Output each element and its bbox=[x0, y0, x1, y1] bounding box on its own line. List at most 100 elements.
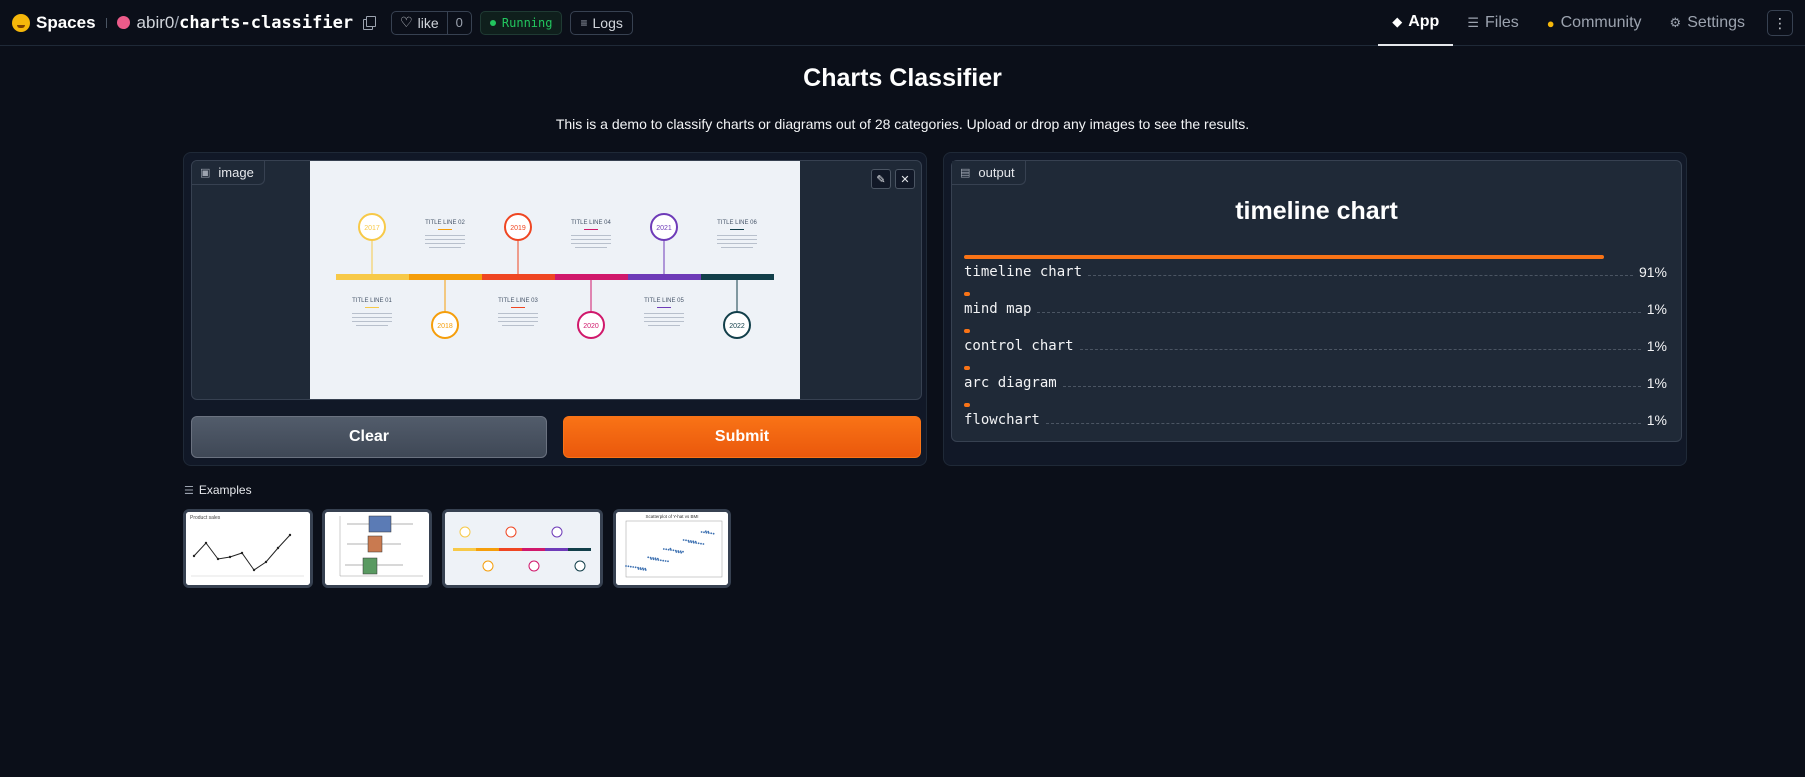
example-box-plot[interactable] bbox=[322, 509, 432, 588]
scatter-point bbox=[703, 531, 705, 534]
scatter-point bbox=[655, 558, 657, 561]
tab-settings-label: Settings bbox=[1687, 14, 1745, 31]
timeline-chart-thumbnail bbox=[445, 512, 600, 585]
timeline-segment bbox=[628, 274, 701, 280]
app-cube-icon: ◆ bbox=[1392, 14, 1403, 29]
logs-label: Logs bbox=[592, 14, 623, 31]
scatter-point bbox=[705, 531, 708, 534]
timeline-title: TITLE LINE 06 bbox=[717, 220, 757, 226]
spaces-brand-link[interactable]: Spaces bbox=[12, 13, 96, 33]
examples-label: Examples bbox=[198, 483, 252, 497]
tab-app-label: App bbox=[1408, 13, 1440, 30]
scatter-point bbox=[625, 565, 627, 567]
confidence-percent: 1% bbox=[1646, 375, 1667, 391]
scatter-point bbox=[627, 565, 630, 568]
scatter-point bbox=[662, 559, 665, 562]
scatter-point bbox=[632, 566, 635, 568]
scatter-point bbox=[702, 543, 705, 545]
clear-button[interactable]: Clear bbox=[191, 416, 547, 458]
uploaded-image-preview: 2017 2019 2021 2018 2020 2022 TITLE LINE… bbox=[310, 161, 800, 399]
confidence-line: arc diagram 1% bbox=[964, 375, 1667, 391]
output-label: ▤ output bbox=[952, 161, 1026, 185]
timeline-segment bbox=[336, 274, 409, 280]
divider bbox=[105, 17, 107, 28]
timeline-segment bbox=[555, 274, 628, 280]
confidence-bar bbox=[964, 292, 970, 296]
confidence-row: timeline chart 91% bbox=[964, 255, 1667, 292]
repo-name-link[interactable]: charts-classifier bbox=[179, 13, 353, 33]
scatter-point bbox=[644, 569, 647, 571]
scatter-point bbox=[662, 548, 665, 550]
list-icon: ☰ bbox=[184, 484, 194, 497]
edit-button[interactable]: ✎ bbox=[871, 169, 891, 189]
tab-app[interactable]: ◆ App bbox=[1378, 0, 1454, 46]
timeline-title: TITLE LINE 02 bbox=[425, 220, 465, 226]
input-panel: ▣ image ✎ ✕ 2017 2019 2021 2018 2020 202… bbox=[183, 152, 927, 466]
timeline-chart-image: 2017 2019 2021 2018 2020 2022 TITLE LINE… bbox=[310, 161, 800, 399]
remove-image-button[interactable]: ✕ bbox=[895, 169, 915, 189]
scatter-point bbox=[695, 542, 698, 544]
top-navigation-bar: Spaces abir0/charts-classifier ♡ like 0 R… bbox=[0, 0, 1805, 46]
timeline-title: TITLE LINE 04 bbox=[571, 220, 611, 226]
scatter-point bbox=[700, 531, 703, 533]
predicted-label: timeline chart bbox=[1235, 197, 1398, 225]
scatter-point bbox=[650, 558, 653, 560]
confidence-list: timeline chart 91% mind map 1% control chart… bbox=[964, 255, 1667, 440]
output-label-text: output bbox=[978, 165, 1015, 180]
timeline-title: TITLE LINE 03 bbox=[498, 298, 538, 304]
tab-files-label: Files bbox=[1484, 14, 1519, 31]
line-chart-thumbnail: Product sales bbox=[186, 512, 310, 585]
heart-icon: ♡ bbox=[400, 14, 413, 30]
more-options-button[interactable]: ⋮ bbox=[1767, 10, 1793, 36]
scatter-point bbox=[682, 539, 685, 541]
example-timeline-chart[interactable] bbox=[442, 509, 603, 588]
scatter-point bbox=[680, 551, 683, 554]
dotted-leader bbox=[1062, 386, 1641, 387]
confidence-line: control chart 1% bbox=[964, 338, 1667, 354]
confidence-line: mind map 1% bbox=[964, 301, 1667, 317]
gear-icon: ⚙ bbox=[1669, 15, 1682, 30]
submit-button[interactable]: Submit bbox=[563, 416, 921, 458]
brand-label: Spaces bbox=[36, 12, 96, 32]
year-label: 2021 bbox=[656, 225, 672, 232]
page-description: This is a demo to classify charts or dia… bbox=[555, 116, 1250, 132]
scatter-point bbox=[712, 532, 715, 535]
pencil-icon: ✎ bbox=[876, 173, 886, 186]
tab-settings[interactable]: ⚙ Settings bbox=[1656, 0, 1759, 46]
example-line-chart[interactable]: Product sales bbox=[183, 509, 313, 588]
scatter-point bbox=[700, 542, 702, 545]
scatter-point bbox=[707, 532, 710, 534]
logs-icon: ≡ bbox=[580, 15, 588, 30]
timeline-segment bbox=[482, 274, 555, 280]
like-button[interactable]: ♡ like 0 bbox=[391, 10, 472, 35]
status-badge[interactable]: Running bbox=[479, 10, 563, 35]
confidence-bar bbox=[964, 403, 970, 407]
timeline-title: TITLE LINE 05 bbox=[644, 298, 684, 304]
tab-files[interactable]: ☰ Files bbox=[1453, 0, 1532, 46]
dotted-leader bbox=[1037, 312, 1641, 313]
scatter-point bbox=[665, 548, 668, 551]
scatter-point bbox=[675, 551, 678, 553]
tab-community[interactable]: ● Community bbox=[1533, 0, 1656, 46]
output-label-component: ▤ output timeline chart timeline chart 91… bbox=[951, 160, 1682, 442]
box-plot-thumbnail bbox=[325, 512, 429, 585]
confidence-row: mind map 1% bbox=[964, 292, 1667, 329]
dotted-leader bbox=[1088, 275, 1633, 276]
scatter-point bbox=[670, 549, 672, 551]
examples-header: ☰ Examples bbox=[184, 483, 252, 497]
like-count: 0 bbox=[446, 11, 471, 34]
logs-button[interactable]: ≡ Logs bbox=[570, 10, 633, 35]
example-scatter-plot[interactable]: Scatterplot of Y-hat vs BMI bbox=[613, 509, 731, 588]
scatter-point bbox=[692, 541, 695, 544]
image-input[interactable]: ▣ image ✎ ✕ 2017 2019 2021 2018 2020 202… bbox=[191, 160, 922, 400]
year-label: 2022 bbox=[729, 323, 745, 330]
timeline-title: TITLE LINE 01 bbox=[352, 298, 392, 304]
copy-icon[interactable] bbox=[363, 16, 377, 30]
confidence-label: arc diagram bbox=[964, 375, 1057, 391]
confidence-bar bbox=[964, 366, 970, 370]
owner-link[interactable]: abir0 bbox=[137, 13, 175, 33]
image-label: ▣ image bbox=[192, 161, 265, 185]
confidence-bar bbox=[964, 329, 970, 333]
scatter-point bbox=[667, 548, 670, 551]
image-icon: ▣ bbox=[200, 167, 211, 179]
